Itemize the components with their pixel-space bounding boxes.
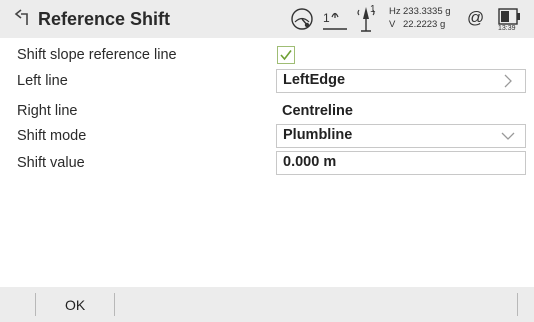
checkmark-icon (280, 50, 292, 61)
softkey-bar: OK (0, 287, 534, 322)
shift-slope-checkbox[interactable] (277, 46, 295, 64)
at-icon[interactable]: @ (467, 8, 484, 28)
right-line-value: Centreline (282, 103, 353, 119)
softkey-divider (114, 293, 115, 316)
chevron-down-icon (501, 132, 515, 140)
shift-value-label: Shift value (17, 155, 85, 171)
hz-value: 233.3335 g (403, 6, 451, 17)
prism-number: 1 (370, 4, 376, 15)
title-bar: Reference Shift 1 1 Hz 233.3335 g V 22.222… (0, 0, 534, 38)
back-arrow-icon[interactable] (12, 8, 30, 28)
chevron-right-icon (504, 74, 512, 88)
shift-mode-dropdown[interactable]: Plumbline (276, 124, 526, 148)
softkey-divider (517, 293, 518, 316)
left-line-value: LeftEdge (283, 72, 346, 88)
clock-time: 13:39 (498, 25, 516, 32)
v-label: V (389, 19, 396, 30)
shift-mode-label: Shift mode (17, 128, 87, 144)
row-shift-value: Shift value 0.000 m (0, 151, 534, 175)
row-right-line: Right line Centreline (0, 100, 534, 122)
shift-value-text: 0.000 m (283, 154, 337, 170)
shift-value-input[interactable]: 0.000 m (276, 151, 526, 175)
hz-label: Hz (389, 6, 401, 17)
ok-button[interactable]: OK (36, 287, 114, 322)
ok-button-label: OK (65, 297, 86, 313)
prism-icon[interactable] (354, 5, 380, 33)
left-line-label: Left line (17, 73, 68, 89)
left-line-selector[interactable]: LeftEdge (276, 69, 526, 93)
angle-readout: Hz 233.3335 g V 22.2223 g (389, 5, 451, 31)
page-title: Reference Shift (38, 9, 171, 29)
right-line-label: Right line (17, 103, 78, 119)
row-shift-slope: Shift slope reference line (0, 44, 534, 66)
link-number: 1 (323, 11, 330, 25)
row-left-line: Left line LeftEdge (0, 69, 534, 93)
gnss-icon[interactable] (289, 6, 315, 32)
row-shift-mode: Shift mode Plumbline (0, 124, 534, 148)
shift-mode-value: Plumbline (283, 127, 353, 143)
shift-slope-label: Shift slope reference line (17, 47, 177, 63)
v-value: 22.2223 g (403, 19, 446, 30)
